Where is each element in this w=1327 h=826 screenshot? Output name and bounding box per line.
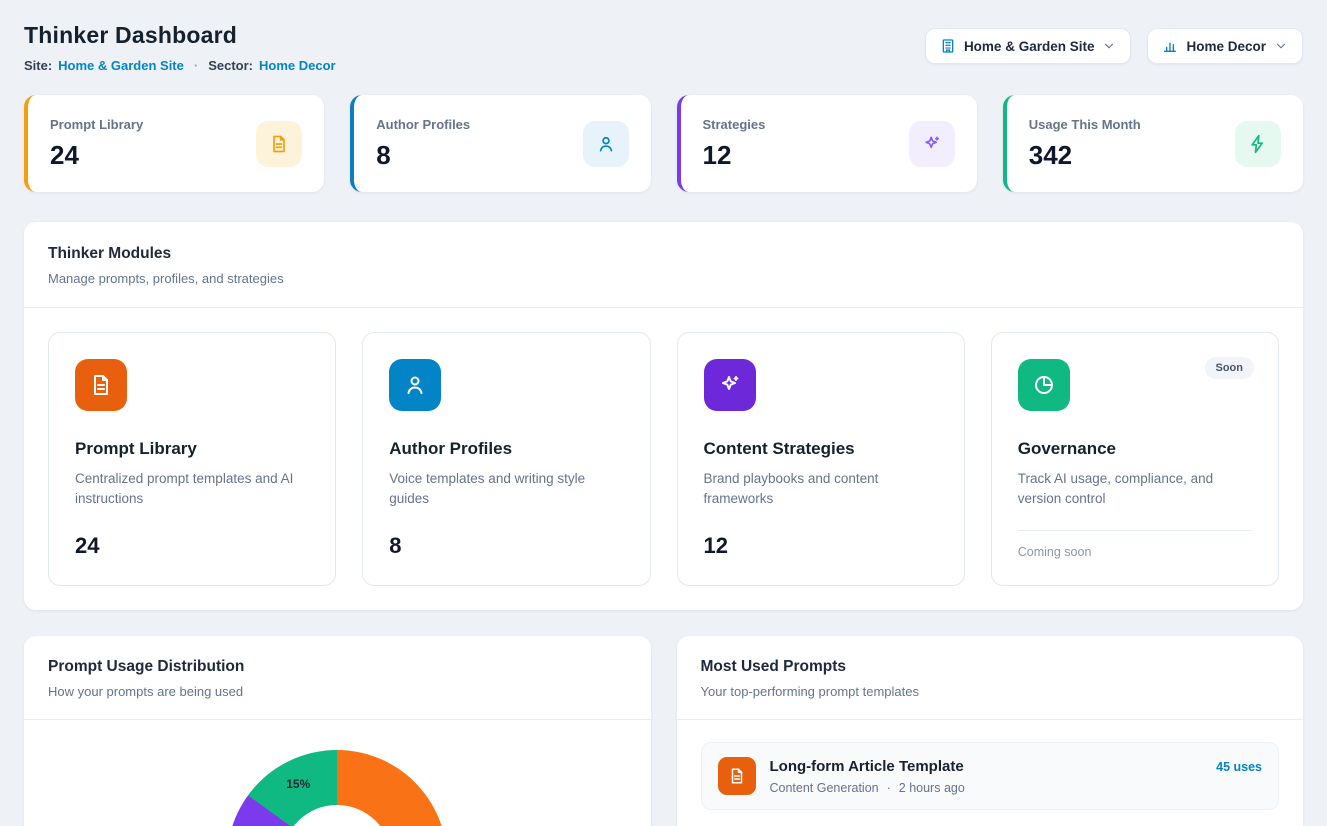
stat-text: Usage This Month 342 — [1029, 117, 1141, 171]
site-selector-label: Home & Garden Site — [964, 39, 1095, 54]
chevron-down-icon — [1274, 39, 1288, 53]
coming-soon-text: Coming soon — [1018, 530, 1252, 559]
module-title: Governance — [1018, 439, 1252, 459]
page-header: Thinker Dashboard Site: Home & Garden Si… — [24, 22, 1303, 73]
stat-card-usage: Usage This Month 342 — [1003, 95, 1303, 192]
stat-value: 12 — [703, 140, 766, 171]
thinker-modules-panel: Thinker Modules Manage prompts, profiles… — [24, 222, 1303, 610]
module-title: Author Profiles — [389, 439, 623, 459]
stat-value: 8 — [376, 140, 470, 171]
prompts-title: Most Used Prompts — [701, 658, 1280, 676]
most-used-prompts-card: Most Used Prompts Your top-performing pr… — [677, 636, 1304, 826]
dashboard-page: Thinker Dashboard Site: Home & Garden Si… — [0, 0, 1327, 826]
sector-label: Sector: — [208, 58, 253, 73]
stats-row: Prompt Library 24 Author Profiles 8 Stra… — [24, 95, 1303, 192]
module-value: 8 — [389, 533, 623, 559]
stat-label: Author Profiles — [376, 117, 470, 132]
usage-card-header: Prompt Usage Distribution How your promp… — [24, 636, 651, 719]
stat-text: Prompt Library 24 — [50, 117, 143, 171]
module-title: Content Strategies — [704, 439, 938, 459]
prompt-item-title: Long-form Article Template — [770, 758, 965, 775]
module-icon-chip — [704, 359, 756, 411]
stat-value: 24 — [50, 140, 143, 171]
usage-distribution-card: Prompt Usage Distribution How your promp… — [24, 636, 651, 826]
chevron-down-icon — [1102, 39, 1116, 53]
sector-selector-dropdown[interactable]: Home Decor — [1147, 28, 1303, 64]
breadcrumb: Site: Home & Garden Site · Sector: Home … — [24, 58, 336, 73]
module-card-governance[interactable]: Soon Governance Track AI usage, complian… — [991, 332, 1279, 586]
module-description: Centralized prompt templates and AI inst… — [75, 469, 309, 510]
stat-icon-chip — [909, 121, 955, 167]
sector-link[interactable]: Home Decor — [259, 58, 336, 73]
divider — [24, 719, 651, 720]
modules-subtitle: Manage prompts, profiles, and strategies — [48, 271, 1279, 286]
meta-separator: · — [194, 58, 198, 73]
donut-chart-area: 15% — [24, 750, 651, 826]
stat-card-strategies: Strategies 12 — [677, 95, 977, 192]
modules-grid: Prompt Library Centralized prompt templa… — [24, 308, 1303, 610]
module-icon-chip — [75, 359, 127, 411]
header-actions: Home & Garden Site Home Decor — [925, 28, 1303, 64]
module-card-content-strategies[interactable]: Content Strategies Brand playbooks and c… — [677, 332, 965, 586]
document-icon — [728, 767, 746, 785]
donut-data-label: 15% — [286, 777, 310, 791]
header-left: Thinker Dashboard Site: Home & Garden Si… — [24, 22, 336, 73]
building-icon — [940, 38, 956, 54]
prompts-card-header: Most Used Prompts Your top-performing pr… — [677, 636, 1304, 719]
pie-chart-icon — [1032, 373, 1056, 397]
sparkle-star-icon — [922, 134, 942, 154]
lightning-icon — [1248, 134, 1268, 154]
module-description: Track AI usage, compliance, and version … — [1018, 469, 1252, 510]
page-title: Thinker Dashboard — [24, 22, 336, 49]
bottom-row: Prompt Usage Distribution How your promp… — [24, 636, 1303, 826]
site-selector-dropdown[interactable]: Home & Garden Site — [925, 28, 1132, 64]
module-description: Voice templates and writing style guides — [389, 469, 623, 510]
prompt-time: 2 hours ago — [899, 781, 965, 795]
module-description: Brand playbooks and content frameworks — [704, 469, 938, 510]
stat-text: Strategies 12 — [703, 117, 766, 171]
prompt-list-item[interactable]: Long-form Article Template Content Gener… — [701, 742, 1280, 810]
sparkle-star-icon — [718, 373, 742, 397]
stat-label: Strategies — [703, 117, 766, 132]
module-card-prompt-library[interactable]: Prompt Library Centralized prompt templa… — [48, 332, 336, 586]
stat-value: 342 — [1029, 140, 1141, 171]
modules-panel-header: Thinker Modules Manage prompts, profiles… — [24, 222, 1303, 307]
module-icon-chip — [1018, 359, 1070, 411]
stat-icon-chip — [583, 121, 629, 167]
usage-title: Prompt Usage Distribution — [48, 658, 627, 676]
stat-label: Usage This Month — [1029, 117, 1141, 132]
usage-donut: 15% — [227, 750, 447, 826]
user-icon — [403, 373, 427, 397]
document-icon — [269, 134, 289, 154]
stat-icon-chip — [1235, 121, 1281, 167]
prompt-uses-badge: 45 uses — [1216, 757, 1262, 774]
module-value: 24 — [75, 533, 309, 559]
site-label: Site: — [24, 58, 52, 73]
site-link[interactable]: Home & Garden Site — [58, 58, 184, 73]
prompt-text: Long-form Article Template Content Gener… — [770, 758, 965, 795]
modules-title: Thinker Modules — [48, 245, 1279, 263]
stat-label: Prompt Library — [50, 117, 143, 132]
prompts-subtitle: Your top-performing prompt templates — [701, 684, 1280, 699]
module-value: 12 — [704, 533, 938, 559]
stat-icon-chip — [256, 121, 302, 167]
usage-subtitle: How your prompts are being used — [48, 684, 627, 699]
bar-chart-icon — [1162, 38, 1178, 54]
prompt-icon-chip — [718, 757, 756, 795]
stat-text: Author Profiles 8 — [376, 117, 470, 171]
module-title: Prompt Library — [75, 439, 309, 459]
module-icon-chip — [389, 359, 441, 411]
meta-separator: · — [887, 781, 891, 795]
document-icon — [89, 373, 113, 397]
prompt-category: Content Generation — [770, 781, 879, 795]
soon-badge: Soon — [1205, 357, 1255, 379]
stat-card-author-profiles: Author Profiles 8 — [350, 95, 650, 192]
prompt-item-meta: Content Generation · 2 hours ago — [770, 781, 965, 795]
sector-selector-label: Home Decor — [1186, 39, 1266, 54]
module-card-author-profiles[interactable]: Author Profiles Voice templates and writ… — [362, 332, 650, 586]
user-icon — [596, 134, 616, 154]
stat-card-prompt-library: Prompt Library 24 — [24, 95, 324, 192]
divider — [677, 719, 1304, 720]
